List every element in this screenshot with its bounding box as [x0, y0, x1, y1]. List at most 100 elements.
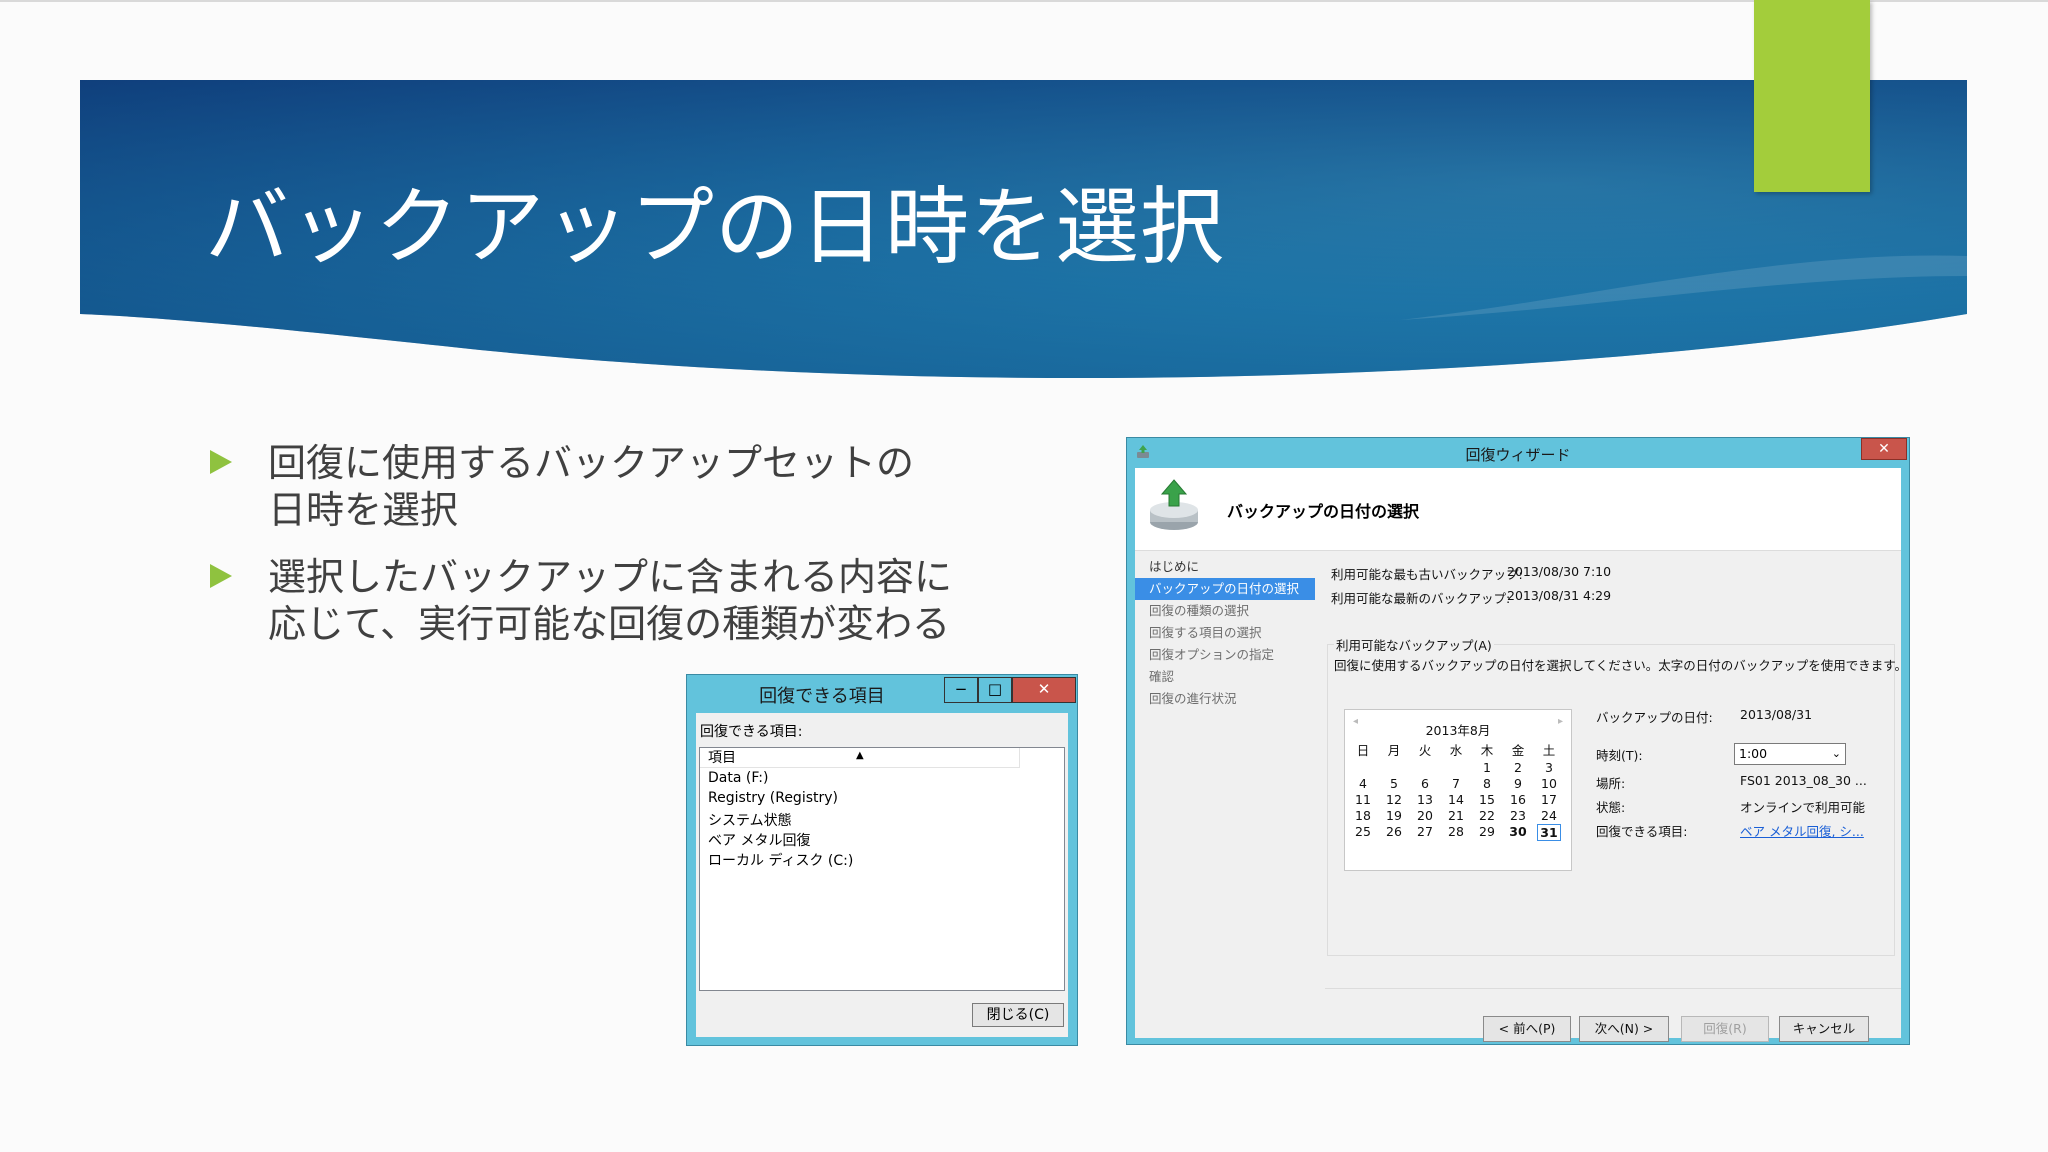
- calendar-day[interactable]: 19: [1382, 808, 1406, 823]
- calendar-day[interactable]: 30: [1506, 824, 1530, 839]
- bullet-line: 回復に使用するバックアップセットの: [268, 441, 915, 485]
- wizard-header: バックアップの日付の選択: [1135, 468, 1901, 551]
- oldest-backup-label: 利用可能な最も古いバックアップ:: [1331, 567, 1523, 582]
- calendar-day[interactable]: 31: [1537, 824, 1561, 841]
- calendar-day[interactable]: 18: [1351, 808, 1375, 823]
- calendar-day[interactable]: 25: [1351, 824, 1375, 839]
- footer-divider: [1325, 988, 1901, 989]
- wizard-step-nav: はじめに バックアップの日付の選択 回復の種類の選択 回復する項目の選択 回復オ…: [1135, 550, 1317, 1038]
- wizard-step[interactable]: 回復する項目の選択: [1135, 622, 1315, 644]
- backup-date-value: 2013/08/31: [1740, 707, 1813, 722]
- step-heading: バックアップの日付の選択: [1227, 502, 1420, 521]
- list-item[interactable]: ベア メタル回復: [708, 830, 810, 850]
- recover-button[interactable]: 回復(R): [1681, 1016, 1769, 1042]
- calendar-day[interactable]: 5: [1382, 776, 1406, 791]
- calendar-weekday: 土: [1542, 743, 1556, 758]
- recoverable-items-dialog: 回復できる項目 − □ ✕ 回復できる項目: 項目 ▲ Data (F:) Re…: [686, 674, 1078, 1046]
- calendar-day[interactable]: 15: [1475, 792, 1499, 807]
- calendar-day[interactable]: 13: [1413, 792, 1437, 807]
- calendar-day[interactable]: 3: [1537, 760, 1561, 775]
- list-item[interactable]: システム状態: [708, 810, 792, 830]
- calendar-day[interactable]: 28: [1444, 824, 1468, 839]
- calendar-day[interactable]: 10: [1537, 776, 1561, 791]
- top-border: [0, 0, 2048, 2]
- time-select[interactable]: 1:00 ⌄: [1734, 743, 1846, 765]
- dialog-title: 回復できる項目: [759, 686, 885, 707]
- bullet-line: 日時を選択: [268, 488, 459, 532]
- close-icon[interactable]: ✕: [1012, 677, 1076, 703]
- newest-backup-label: 利用可能な最新のバックアップ:: [1331, 591, 1511, 606]
- wizard-step[interactable]: 回復の種類の選択: [1135, 600, 1315, 622]
- next-button[interactable]: 次へ(N) >: [1579, 1016, 1669, 1042]
- calendar-day[interactable]: 4: [1351, 776, 1375, 791]
- slide: バックアップの日時を選択 回復に使用するバックアップセットの 日時を選択 選択し…: [0, 0, 2048, 1152]
- calendar-day[interactable]: 23: [1506, 808, 1530, 823]
- recovery-wizard-window: 回復ウィザード ✕ バックアップの日付の選択 はじめに バックアップの日付の選択…: [1126, 437, 1910, 1045]
- bullet-line: 応じて、実行可能な回復の種類が変わる: [268, 602, 951, 646]
- items-listbox[interactable]: 項目 ▲ Data (F:) Registry (Registry) システム状…: [699, 747, 1065, 991]
- dialog-body: 回復できる項目: 項目 ▲ Data (F:) Registry (Regist…: [696, 713, 1068, 1037]
- calendar-weekday: 金: [1511, 743, 1525, 758]
- column-header-label: 項目: [708, 750, 736, 766]
- status-label: 状態:: [1596, 800, 1626, 815]
- list-item[interactable]: Registry (Registry): [708, 790, 838, 806]
- calendar-day[interactable]: 6: [1413, 776, 1437, 791]
- calendar-day[interactable]: 22: [1475, 808, 1499, 823]
- status-value: オンラインで利用可能: [1740, 800, 1866, 815]
- wizard-step[interactable]: 回復オプションの指定: [1135, 644, 1315, 666]
- calendar-day[interactable]: 26: [1382, 824, 1406, 839]
- calendar-day[interactable]: 12: [1382, 792, 1406, 807]
- wizard-client-area: バックアップの日付の選択 はじめに バックアップの日付の選択 回復の種類の選択 …: [1135, 468, 1907, 1042]
- list-item[interactable]: ローカル ディスク (C:): [708, 850, 853, 870]
- calendar-day[interactable]: 24: [1537, 808, 1561, 823]
- title-bar[interactable]: 回復できる項目 − □ ✕: [687, 675, 1077, 711]
- calendar-day[interactable]: 14: [1444, 792, 1468, 807]
- maximize-button[interactable]: □: [978, 677, 1012, 703]
- location-label: 場所:: [1596, 776, 1626, 791]
- calendar-day[interactable]: 21: [1444, 808, 1468, 823]
- close-icon[interactable]: ✕: [1861, 438, 1907, 460]
- calendar-day[interactable]: 9: [1506, 776, 1530, 791]
- backup-calendar[interactable]: ◂ ▸ 2013年8月 日月火水木金土 1 2 3 4 5 6 7 8 9 10 11 12 13 14 15…: [1344, 709, 1572, 871]
- calendar-weekday: 水: [1449, 743, 1463, 758]
- group-description: 回復に使用するバックアップの日付を選択してください。太字の日付のバックアップを使…: [1334, 658, 1908, 673]
- recoverable-items-link[interactable]: ベア メタル回復, シ...: [1740, 821, 1864, 840]
- recoverable-items-label: 回復できる項目:: [1596, 824, 1688, 839]
- close-button[interactable]: 閉じる(C): [972, 1003, 1064, 1027]
- calendar-day[interactable]: 29: [1475, 824, 1499, 839]
- bullet-item: 回復に使用するバックアップセットの 日時を選択: [210, 440, 990, 534]
- wizard-step-selected[interactable]: バックアップの日付の選択: [1135, 578, 1315, 600]
- accent-tab: [1754, 0, 1870, 192]
- available-backups-group: 利用可能なバックアップ(A) 回復に使用するバックアップの日付を選択してください…: [1327, 635, 1907, 956]
- bullet-arrow-icon: [210, 450, 232, 474]
- back-button[interactable]: < 前へ(P): [1483, 1016, 1571, 1042]
- calendar-day[interactable]: 7: [1444, 776, 1468, 791]
- minimize-button[interactable]: −: [944, 677, 978, 703]
- calendar-day[interactable]: 27: [1413, 824, 1437, 839]
- cancel-button[interactable]: キャンセル: [1779, 1016, 1869, 1042]
- location-value: FS01 2013_08_30 ...: [1740, 773, 1867, 788]
- bullet-list: 回復に使用するバックアップセットの 日時を選択 選択したバックアップに含まれる内…: [210, 440, 990, 668]
- backup-drive-icon: [1150, 479, 1198, 530]
- calendar-month[interactable]: 2013年8月: [1345, 720, 1571, 739]
- slide-title: バックアップの日時を選択: [205, 178, 1226, 276]
- list-item[interactable]: Data (F:): [708, 770, 768, 786]
- time-select-value: 1:00: [1739, 746, 1768, 761]
- calendar-day[interactable]: 17: [1537, 792, 1561, 807]
- newest-backup-value: 2013/08/31 4:29: [1507, 588, 1612, 603]
- calendar-day[interactable]: 11: [1351, 792, 1375, 807]
- column-header[interactable]: 項目 ▲: [700, 748, 1020, 768]
- chevron-down-icon: ⌄: [1831, 747, 1841, 760]
- group-label: 利用可能なバックアップ(A): [1334, 635, 1494, 654]
- calendar-day[interactable]: 8: [1475, 776, 1499, 791]
- wizard-step[interactable]: はじめに: [1135, 556, 1315, 578]
- calendar-day[interactable]: 20: [1413, 808, 1437, 823]
- bullet-arrow-icon: [210, 564, 232, 588]
- wizard-step[interactable]: 回復の進行状況: [1135, 688, 1315, 710]
- calendar-weekday: 日: [1356, 743, 1370, 758]
- items-label: 回復できる項目:: [700, 724, 803, 740]
- calendar-day[interactable]: 1: [1475, 760, 1499, 775]
- calendar-day[interactable]: 2: [1506, 760, 1530, 775]
- wizard-step[interactable]: 確認: [1135, 666, 1315, 688]
- calendar-day[interactable]: 16: [1506, 792, 1530, 807]
